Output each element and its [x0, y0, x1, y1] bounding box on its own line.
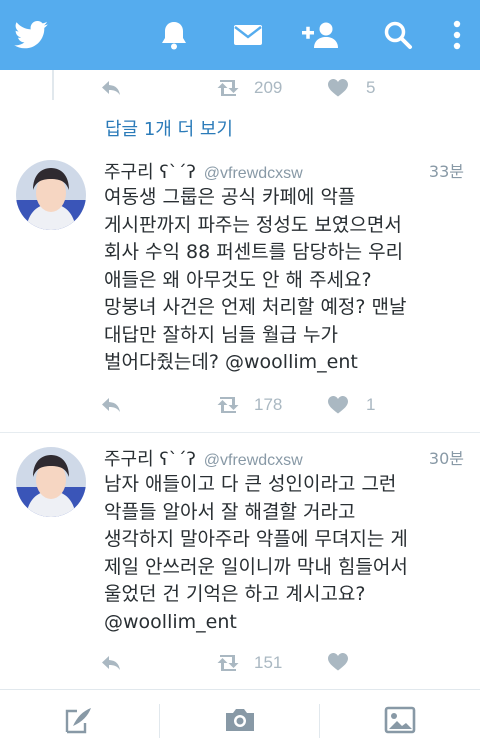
author-handle[interactable]: @vfrewdcxsw — [204, 452, 303, 470]
tweet-text-line: 대답만 잘하지 님들 월급 누가 — [104, 323, 338, 346]
retweet-icon — [217, 397, 239, 413]
tweet-text-line: @woollim_ent — [104, 610, 237, 633]
tweet-text-line: 벌어다줬는데? @woollim_ent — [104, 351, 358, 373]
messages-envelope-icon[interactable] — [230, 14, 266, 56]
tweet-text: 여동생 그룹은 공식 카페에 악플 게시판까지 파주는 정성도 보였으면서 회사… — [104, 184, 474, 377]
author-name[interactable]: 주구리 ʕ`´ʔ — [104, 445, 196, 471]
tweet-text-line: 울었던 건 기억은 하고 계시고요? — [104, 583, 366, 605]
follow-add-user-icon[interactable] — [298, 14, 342, 56]
twitter-bird-icon[interactable] — [10, 14, 52, 56]
tweet-text-line: 회사 수익 88 퍼센트를 담당하는 우리 — [104, 241, 404, 263]
like-button[interactable]: 5 — [328, 78, 375, 98]
compose-tweet-icon[interactable] — [64, 705, 94, 739]
tweet-text: 남자 애들이고 다 큰 성인이라고 그런 악플들 알아서 잘 해결할 거라고 생… — [104, 471, 474, 636]
tweet-text-line: 악플들 알아서 잘 해결할 거라고 — [104, 500, 356, 523]
tweet-text-line: 남자 애들이고 다 큰 성인이라고 그런 — [104, 473, 397, 495]
tweet-text-line: 게시판까지 파주는 정성도 보였으면서 — [104, 213, 402, 236]
heart-icon — [328, 79, 348, 97]
retweet-count: 209 — [254, 78, 283, 97]
notifications-bell-icon[interactable] — [156, 14, 192, 56]
tweet-actions: 151 — [0, 649, 480, 679]
reply-icon[interactable] — [100, 653, 122, 677]
like-button[interactable] — [328, 653, 366, 671]
tweet-text-line: 생각하지 말아주라 악플에 무뎌지는 게 — [104, 528, 408, 550]
camera-icon[interactable] — [224, 705, 256, 739]
like-button[interactable]: 1 — [328, 395, 375, 415]
retweet-button[interactable]: 151 — [214, 653, 282, 673]
tweet-divider — [0, 432, 480, 433]
tweet-header: 주구리 ʕ`´ʔ @vfrewdcxsw — [104, 158, 303, 184]
reply-icon[interactable] — [100, 395, 122, 419]
tweet-text-line: 제일 안쓰러운 일이니까 막내 힘들어서 — [104, 555, 408, 578]
like-count: 1 — [366, 395, 376, 414]
previous-tweet-actions: 209 5 — [0, 74, 480, 104]
timestamp: 30분 — [428, 449, 464, 468]
reply-icon[interactable] — [100, 78, 122, 102]
heart-icon — [328, 653, 348, 671]
tweet-actions: 178 1 — [0, 391, 480, 421]
timestamp: 33분 — [428, 162, 464, 181]
show-more-replies-link[interactable]: 답글 1개 더 보기 — [105, 115, 233, 141]
retweet-count: 151 — [254, 653, 283, 672]
retweet-icon — [217, 655, 239, 671]
author-handle[interactable]: @vfrewdcxsw — [204, 165, 303, 183]
retweet-count: 178 — [254, 395, 283, 414]
tweet-text-line: 애들은 왜 아무것도 안 해 주세요? — [104, 268, 372, 291]
bottom-compose-bar — [0, 689, 480, 751]
tweet-text-line: 여동생 그룹은 공식 카페에 악플 — [104, 186, 356, 208]
more-vertical-icon[interactable] — [444, 14, 470, 56]
search-icon[interactable] — [380, 14, 416, 56]
avatar[interactable] — [16, 447, 86, 517]
retweet-button[interactable]: 209 — [214, 78, 282, 98]
avatar[interactable] — [16, 160, 86, 230]
retweet-button[interactable]: 178 — [214, 395, 282, 415]
toolbar-separator — [319, 704, 320, 738]
top-navigation-bar — [0, 0, 480, 70]
heart-icon — [328, 396, 348, 414]
tweet-header: 주구리 ʕ`´ʔ @vfrewdcxsw — [104, 445, 303, 471]
tweet-text-line: 망붕녀 사건은 언제 처리할 예정? 맨날 — [104, 296, 407, 318]
toolbar-separator — [159, 704, 160, 738]
photo-gallery-icon[interactable] — [384, 705, 416, 739]
author-name[interactable]: 주구리 ʕ`´ʔ — [104, 158, 196, 184]
retweet-icon — [217, 80, 239, 96]
like-count: 5 — [366, 78, 376, 97]
